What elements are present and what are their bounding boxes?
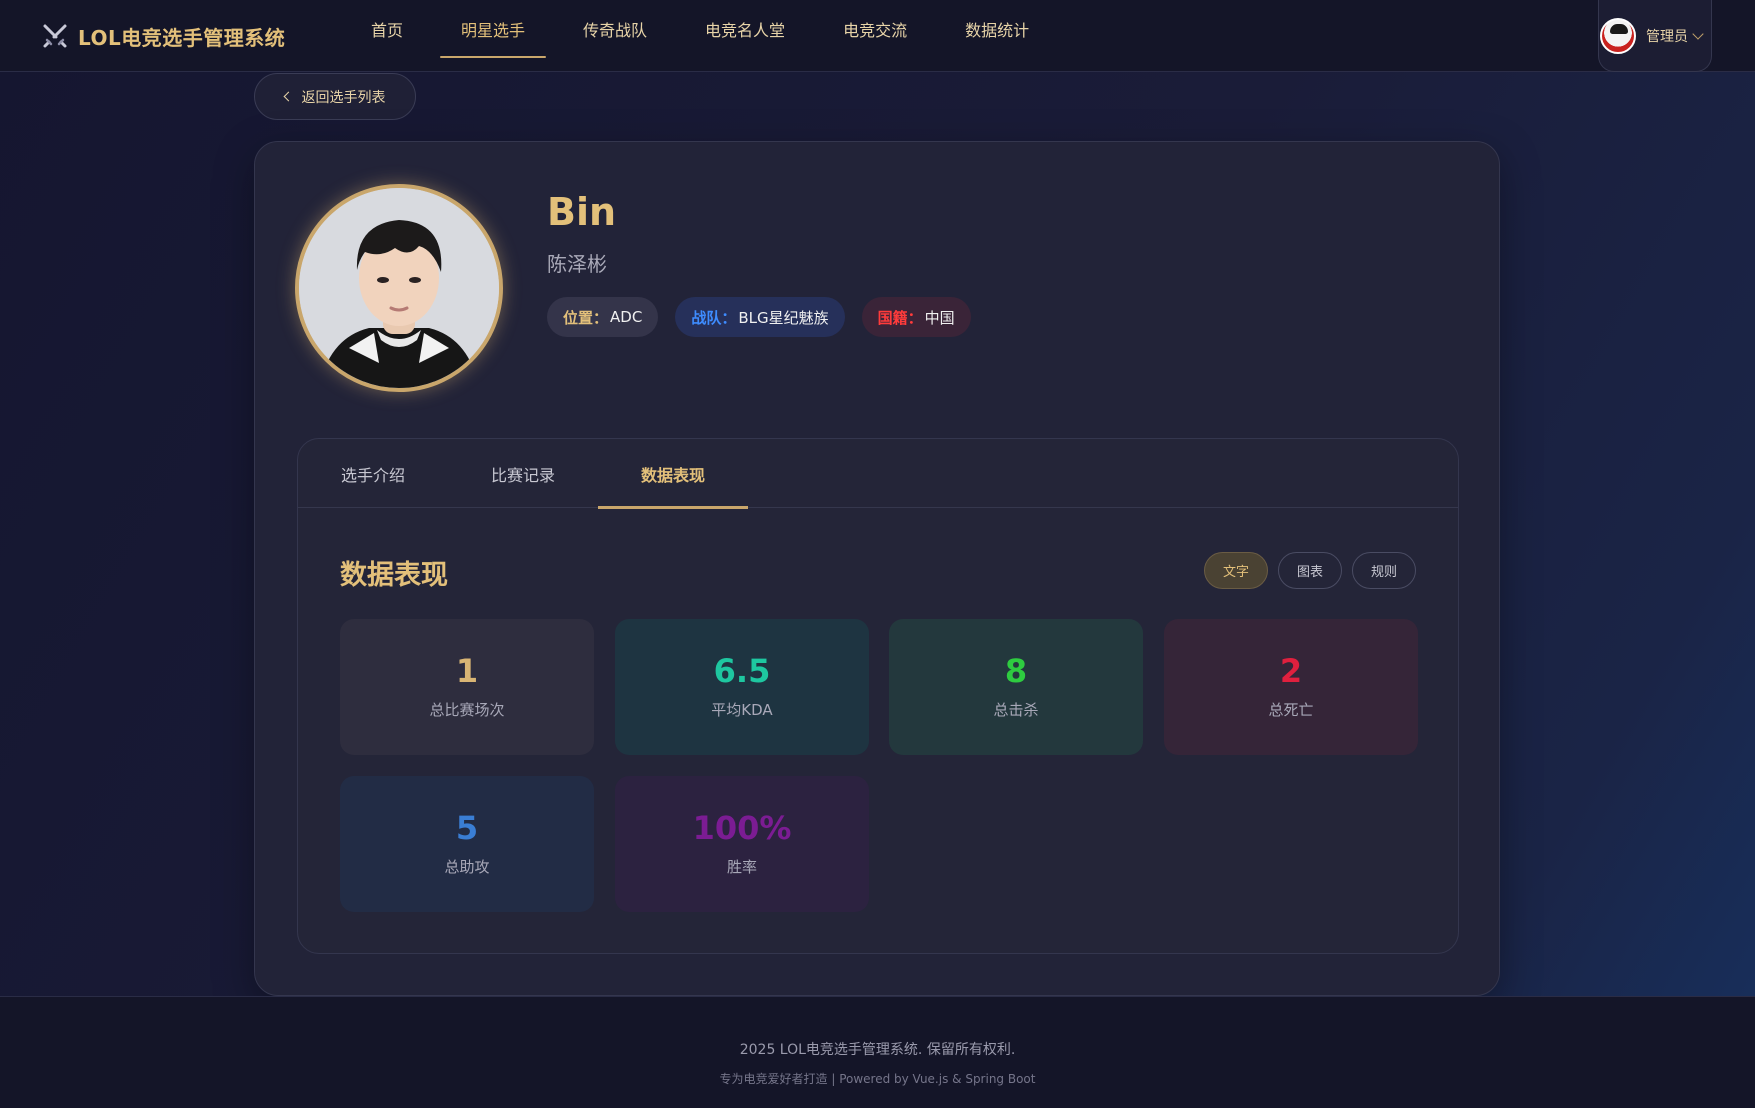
player-tags: 位置： ADC 战队： BLG星纪魅族 国籍： 中国: [547, 297, 971, 337]
player-name: Bin: [547, 190, 617, 234]
view-rules-button[interactable]: 规则: [1351, 552, 1416, 589]
stat-label: 总助攻: [444, 858, 490, 877]
nav-item-community[interactable]: 电竞交流: [822, 0, 928, 58]
view-label: 文字: [1222, 565, 1249, 580]
nav-label: 数据统计: [965, 21, 1030, 40]
brand-title: LOL电竞选手管理系统: [78, 25, 286, 50]
footer-powered-by: 专为电竞爱好者打造 | Powered by Vue.js & Spring B…: [719, 1072, 1036, 1086]
nav-label: 传奇战队: [583, 21, 648, 40]
nav-label: 电竞交流: [843, 21, 908, 40]
stat-label: 总比赛场次: [429, 701, 505, 720]
position-tag: 位置： ADC: [547, 297, 659, 337]
view-text-button[interactable]: 文字: [1203, 552, 1268, 589]
stat-value: 6.5: [713, 651, 771, 690]
tab-performance[interactable]: 数据表现: [598, 439, 748, 509]
tab-bar: 选手介绍 比赛记录 数据表现: [298, 439, 1458, 509]
stat-value: 8: [1004, 651, 1028, 690]
nav-label: 电竞名人堂: [705, 21, 786, 40]
detail-panel: 选手介绍 比赛记录 数据表现 数据表现 文字 图表 规则 1 总比赛场次 6.5…: [297, 438, 1459, 954]
stat-card-total-assists: 5 总助攻: [340, 776, 594, 912]
nationality-tag: 国籍： 中国: [861, 297, 971, 337]
section-title: 数据表现: [340, 560, 448, 591]
stat-label: 总击杀: [993, 701, 1039, 720]
tag-value: ADC: [610, 308, 643, 326]
stat-label: 胜率: [726, 858, 757, 877]
footer: 2025 LOL电竞选手管理系统. 保留所有权利. 专为电竞爱好者打造 | Po…: [0, 996, 1755, 1108]
stat-card-total-matches: 1 总比赛场次: [340, 619, 594, 755]
tab-label: 选手介绍: [340, 465, 405, 485]
tab-introduction[interactable]: 选手介绍: [298, 439, 448, 508]
stat-card-win-rate: 100% 胜率: [615, 776, 869, 912]
tab-label: 数据表现: [640, 465, 705, 485]
back-to-list-button[interactable]: 返回选手列表: [254, 73, 416, 120]
brand[interactable]: LOL电竞选手管理系统: [42, 20, 285, 52]
footer-copyright: 2025 LOL电竞选手管理系统. 保留所有权利.: [739, 1042, 1016, 1058]
user-menu[interactable]: 管理员: [1598, 0, 1712, 72]
tab-label: 比赛记录: [490, 465, 555, 485]
view-label: 图表: [1296, 565, 1323, 580]
user-name: 管理员: [1646, 28, 1688, 45]
view-label: 规则: [1370, 565, 1397, 580]
nav-item-statistics[interactable]: 数据统计: [944, 0, 1050, 58]
team-tag: 战队： BLG星纪魅族: [675, 297, 845, 337]
crossed-swords-icon: [43, 24, 67, 48]
stat-card-avg-kda: 6.5 平均KDA: [615, 619, 869, 755]
stat-value: 5: [455, 808, 479, 847]
stat-label: 总死亡: [1268, 701, 1314, 720]
player-photo: [295, 184, 503, 392]
nav-label: 首页: [371, 21, 404, 40]
user-avatar: [1600, 17, 1636, 54]
tag-key: 位置：: [563, 308, 609, 327]
stat-card-total-deaths: 2 总死亡: [1164, 619, 1418, 755]
player-portrait: [299, 188, 499, 388]
back-button-label: 返回选手列表: [301, 89, 386, 106]
view-chart-button[interactable]: 图表: [1277, 552, 1342, 589]
stat-card-total-kills: 8 总击杀: [889, 619, 1143, 755]
nav-item-star-players[interactable]: 明星选手: [440, 0, 547, 58]
tag-key: 国籍：: [877, 308, 923, 327]
tab-match-records[interactable]: 比赛记录: [448, 439, 598, 508]
nav-item-hall-of-fame[interactable]: 电竞名人堂: [684, 0, 806, 58]
tag-value: BLG星纪魅族: [738, 308, 829, 327]
player-real-name: 陈泽彬: [547, 252, 607, 276]
top-navbar: LOL电竞选手管理系统 首页 明星选手 传奇战队 电竞名人堂 电竞交流 数据统计…: [0, 0, 1755, 72]
nav-item-home[interactable]: 首页: [350, 0, 424, 58]
stat-label: 平均KDA: [711, 701, 773, 720]
main-nav: 首页 明星选手 传奇战队 电竞名人堂 电竞交流 数据统计: [350, 0, 1066, 72]
stat-value: 2: [1279, 651, 1303, 690]
chevron-down-icon: [1692, 27, 1704, 40]
chevron-left-icon: [283, 91, 293, 102]
tag-key: 战队：: [691, 308, 737, 327]
stat-value: 1: [455, 651, 479, 690]
tag-value: 中国: [924, 308, 955, 327]
view-switch: 文字 图表 规则: [1203, 552, 1416, 589]
nav-label: 明星选手: [461, 21, 526, 40]
nav-item-legend-teams[interactable]: 传奇战队: [562, 0, 668, 58]
stat-value: 100%: [692, 808, 792, 847]
player-card: Bin 陈泽彬 位置： ADC 战队： BLG星纪魅族 国籍： 中国 选手介绍 …: [254, 141, 1500, 996]
